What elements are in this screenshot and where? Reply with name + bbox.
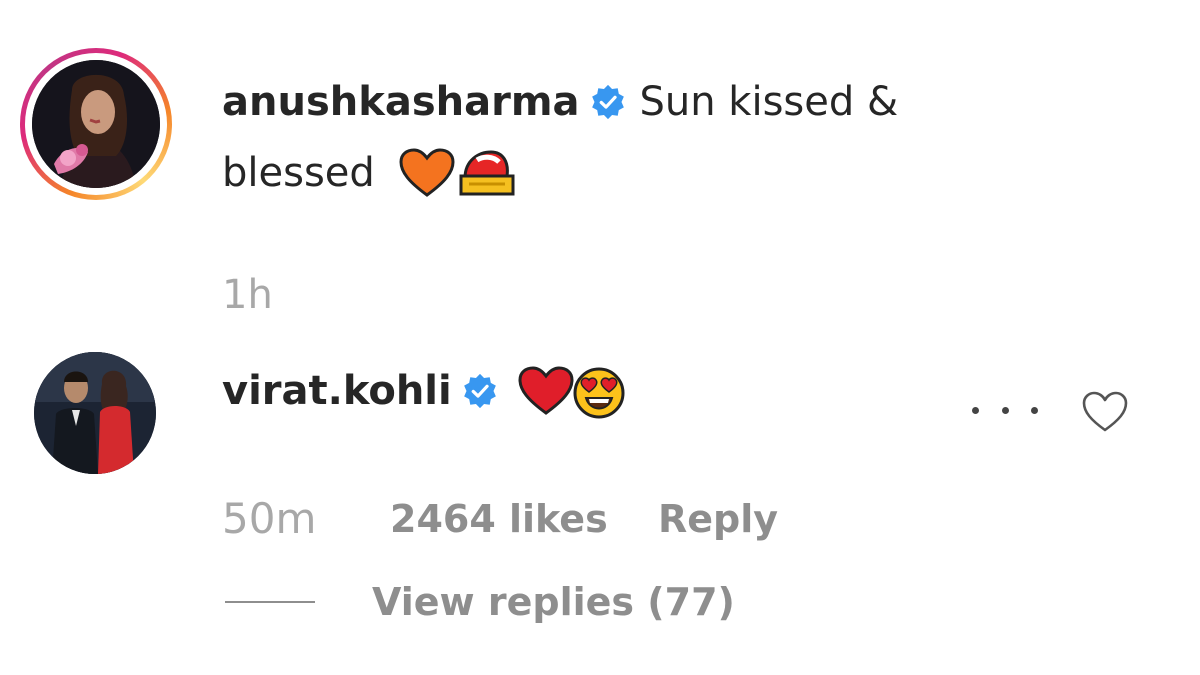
avatar-anushkasharma[interactable] — [32, 60, 160, 188]
reply-button[interactable]: Reply — [658, 497, 778, 541]
heart-eyes-icon — [572, 366, 625, 419]
verified-badge-icon — [462, 373, 498, 409]
post-timestamp: 1h — [222, 272, 273, 318]
red-heart-icon — [518, 366, 574, 416]
dot — [972, 406, 979, 414]
verified-badge-icon — [590, 84, 626, 120]
avatar-virat-kohli[interactable] — [34, 352, 156, 474]
story-ring[interactable] — [20, 48, 172, 200]
view-replies-button[interactable]: View replies (77) — [372, 580, 735, 624]
like-comment-icon[interactable] — [1081, 390, 1129, 434]
caption-line-2: blessed — [222, 148, 515, 198]
caption-line-1: anushkasharma Sun kissed & — [222, 82, 898, 122]
dot — [1031, 406, 1038, 414]
dot — [1001, 406, 1009, 414]
caption-text-2: blessed — [222, 150, 375, 196]
avatar-photo-2 — [34, 352, 156, 474]
cap-icon — [459, 148, 515, 198]
comment-username[interactable]: virat.kohli — [222, 371, 452, 411]
comment-likes-count[interactable]: 2464 likes — [390, 497, 608, 541]
orange-heart-icon — [399, 148, 455, 198]
caption-text-1: Sun kissed & — [639, 79, 899, 125]
avatar-photo — [32, 60, 160, 188]
more-options-icon[interactable] — [972, 392, 1038, 428]
post-username[interactable]: anushkasharma — [222, 82, 580, 122]
comment-line: virat.kohli — [222, 366, 625, 419]
comment-timestamp: 50m — [222, 494, 317, 543]
replies-divider — [225, 601, 315, 603]
avatar-ring-gap — [25, 53, 167, 195]
